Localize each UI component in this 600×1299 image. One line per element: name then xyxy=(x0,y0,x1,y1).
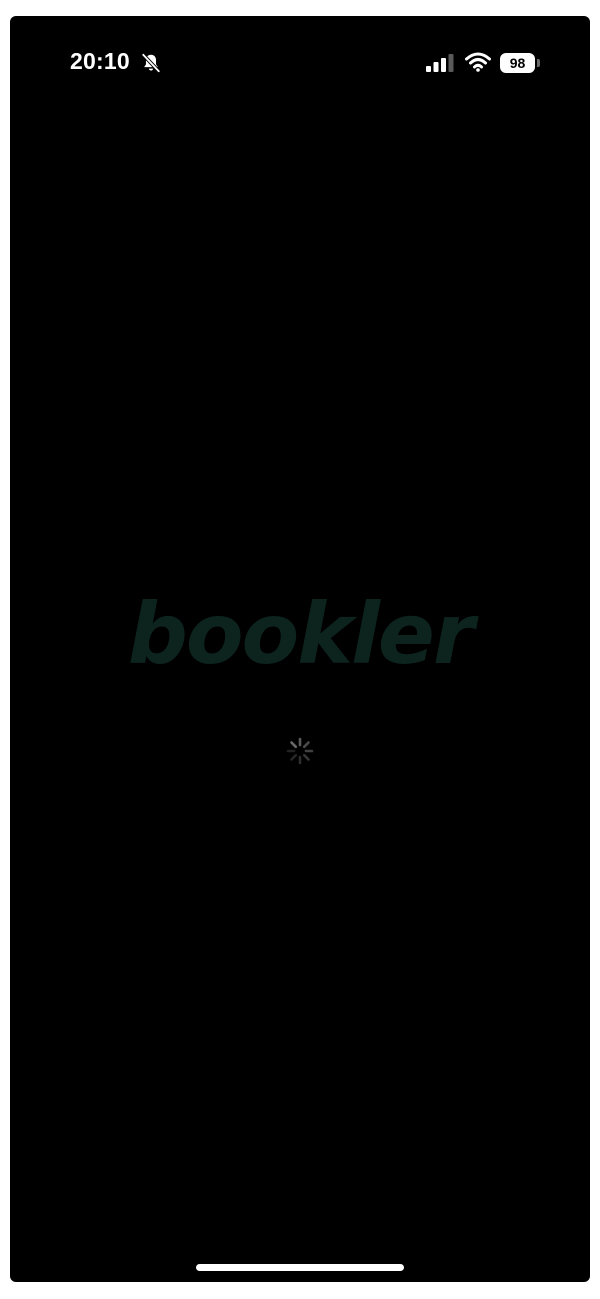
status-bar: 20:10 98 xyxy=(10,16,590,112)
app-screen: 20:10 98 bookler xyxy=(10,16,590,1282)
battery-icon: 98 xyxy=(500,53,540,73)
app-logo: bookler xyxy=(127,585,475,683)
spinner-icon xyxy=(286,737,314,765)
bell-slash-icon xyxy=(141,52,161,74)
wifi-icon xyxy=(465,52,491,72)
status-time: 20:10 xyxy=(70,48,130,74)
battery-level: 98 xyxy=(500,53,535,73)
cellular-signal-icon xyxy=(426,54,454,72)
battery-tip xyxy=(537,59,540,67)
home-indicator[interactable] xyxy=(196,1264,404,1271)
